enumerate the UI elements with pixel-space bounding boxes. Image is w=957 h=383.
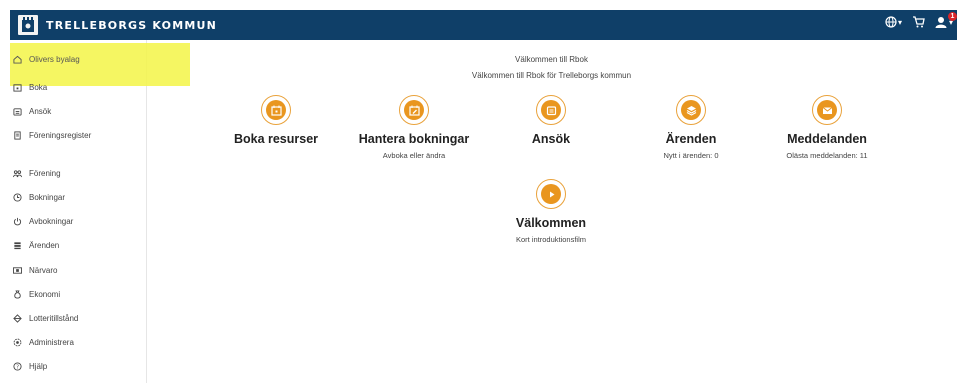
card-title: Boka resurser <box>233 132 319 146</box>
sidebar-item-label: Närvaro <box>29 266 58 275</box>
card-subtitle: Kort introduktionsfilm <box>515 235 587 244</box>
sidebar-item-boka[interactable]: Boka <box>13 83 47 92</box>
sidebar-item-label: Föreningsregister <box>29 131 92 140</box>
cart-button[interactable] <box>912 16 925 28</box>
sidebar-item-label: Ekonomi <box>29 290 61 299</box>
layers-icon <box>14 242 21 250</box>
card-icon-ring <box>812 95 842 125</box>
card-subtitle: Olästa meddelanden: 11 <box>786 151 868 160</box>
card-boka-resurser[interactable]: Boka resurser <box>201 95 351 146</box>
main-content: Välkommen till Rbok Välkommen till Rbok … <box>146 40 957 383</box>
sidebar-item-ekonomi[interactable]: Ekonomi <box>13 290 60 299</box>
help-icon: ? <box>13 362 22 371</box>
card-icon-ring <box>399 95 429 125</box>
sidebar-item-lotteritillstand[interactable]: Lotteritillstånd <box>13 314 78 323</box>
cart-icon <box>912 16 925 28</box>
envelope-icon <box>817 100 837 120</box>
home-icon <box>13 55 22 64</box>
card-subtitle: Avboka eller ändra <box>382 151 446 160</box>
sidebar-item-label: Bokningar <box>29 193 66 202</box>
sidebar-item-forening[interactable]: Förening <box>13 169 61 178</box>
calendar-icon <box>13 84 22 92</box>
notification-badge: 1 <box>948 12 957 21</box>
sidebar-item-bokningar[interactable]: Bokningar <box>13 193 65 202</box>
user-icon <box>935 17 947 28</box>
sidebar-item-label: Ärenden <box>29 241 60 250</box>
sidebar-item-label: Lotteritillstånd <box>29 314 79 323</box>
svg-text:?: ? <box>16 365 19 371</box>
user-menu-button[interactable]: 1 ▾ <box>935 12 957 28</box>
register-icon <box>14 131 21 140</box>
top-navbar: TRELLEBORGS KOMMUN ▾ 1 ▾ <box>10 10 957 40</box>
sidebar-item-olivers-byalag[interactable]: Olivers byalag <box>13 55 80 64</box>
power-icon <box>13 217 22 226</box>
card-icon-ring <box>676 95 706 125</box>
card-icon-ring <box>536 179 566 209</box>
sidebar-item-label: Boka <box>29 83 48 92</box>
card-title: Ärenden <box>665 132 717 146</box>
play-icon <box>541 184 561 204</box>
card-subtitle: Nytt i ärenden: 0 <box>663 151 719 160</box>
card-title: Ansök <box>531 132 571 146</box>
globe-icon <box>885 16 897 28</box>
sidebar-item-label: Olivers byalag <box>29 55 80 64</box>
card-title: Meddelanden <box>787 132 867 146</box>
group-icon <box>13 170 22 178</box>
sidebar-item-label: Administrera <box>29 338 74 347</box>
sidebar-item-label: Förening <box>29 169 61 178</box>
card-icon-ring <box>536 95 566 125</box>
money-bag-icon <box>14 290 21 299</box>
card-hantera-bokningar[interactable]: Hantera bokningar Avboka eller ändra <box>339 95 489 160</box>
card-meddelanden[interactable]: Meddelanden Olästa meddelanden: 11 <box>752 95 902 160</box>
card-title: Hantera bokningar <box>358 132 470 146</box>
application-icon <box>13 108 22 116</box>
sidebar-item-administrera[interactable]: Administrera <box>13 338 74 347</box>
sidebar-item-arenden[interactable]: Ärenden <box>13 241 59 250</box>
layers-icon <box>681 100 701 120</box>
card-valkommen[interactable]: Välkommen Kort introduktionsfilm <box>476 179 626 244</box>
sidebar-item-hjalp[interactable]: ? Hjälp <box>13 362 47 371</box>
clock-icon <box>13 193 22 202</box>
card-ansok[interactable]: Ansök <box>476 95 626 146</box>
welcome-subtitle: Välkommen till Rbok för Trelleborgs komm… <box>471 71 632 80</box>
sidebar-item-ansok[interactable]: Ansök <box>13 107 51 116</box>
application-icon <box>541 100 561 120</box>
chevron-down-icon: ▾ <box>897 17 902 27</box>
lottery-icon <box>13 314 22 323</box>
admin-icon <box>13 338 22 347</box>
sidebar-item-label: Avbokningar <box>29 217 74 226</box>
sidebar-item-label: Hjälp <box>29 362 48 371</box>
attendance-icon <box>13 267 22 274</box>
sidebar-item-foreningsregister[interactable]: Föreningsregister <box>13 131 91 140</box>
brand-name: TRELLEBORGS KOMMUN <box>46 18 218 32</box>
welcome-title: Välkommen till Rbok <box>515 55 588 64</box>
municipality-logo-icon <box>18 15 38 35</box>
card-arenden[interactable]: Ärenden Nytt i ärenden: 0 <box>616 95 766 160</box>
language-menu-button[interactable]: ▾ <box>885 16 902 28</box>
sidebar-item-narvaro[interactable]: Närvaro <box>13 266 57 275</box>
card-title: Välkommen <box>515 216 587 230</box>
calendar-edit-icon <box>404 100 424 120</box>
sidebar-item-avbokningar[interactable]: Avbokningar <box>13 217 73 226</box>
calendar-icon <box>266 100 286 120</box>
sidebar-item-label: Ansök <box>29 107 52 116</box>
brand[interactable]: TRELLEBORGS KOMMUN <box>18 14 217 36</box>
card-icon-ring <box>261 95 291 125</box>
